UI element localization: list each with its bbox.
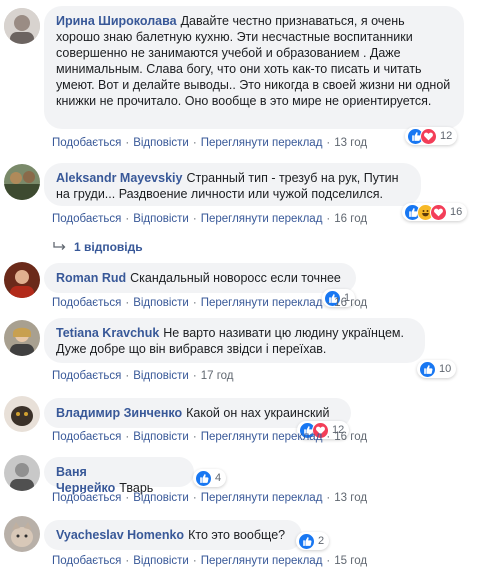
author-name[interactable]: Tetiana Kravchuk — [56, 326, 159, 340]
reply-link[interactable]: Відповісти — [133, 431, 189, 443]
timestamp[interactable]: 16 год — [334, 297, 367, 309]
comment-text: Давайте честно признаваться, я очень хор… — [56, 14, 451, 108]
avatar[interactable] — [4, 164, 40, 200]
reactions-badge[interactable]: 10 — [417, 360, 457, 378]
translate-link[interactable]: Переглянути переклад — [201, 137, 323, 149]
comment-text: Кто это вообще? — [188, 528, 286, 542]
timestamp[interactable]: 13 год — [334, 492, 367, 504]
author-name[interactable]: Aleksandr Mayevskiy — [56, 171, 182, 185]
reactions-badge[interactable]: 4 — [193, 469, 227, 487]
like-link[interactable]: Подобається — [52, 431, 121, 443]
comment-actions: Подобається · Відповісти · Переглянути перек… — [52, 137, 368, 149]
like-link[interactable]: Подобається — [52, 137, 121, 149]
translate-link[interactable]: Переглянути переклад — [201, 492, 323, 504]
timestamp[interactable]: 16 год — [334, 213, 367, 225]
author-name[interactable]: Ваня Чернейко — [56, 465, 115, 495]
replies-count[interactable]: 1 відповідь — [74, 240, 143, 254]
reactions-badge[interactable]: 2 — [296, 532, 330, 550]
author-name[interactable]: Vyacheslav Homenko — [56, 528, 184, 542]
comment-bubble: Roman Rud Скандальный новоросс если точне… — [44, 263, 356, 293]
like-icon — [195, 469, 212, 487]
translate-link[interactable]: Переглянути переклад — [201, 213, 323, 225]
comment-actions: Подобається · Відповісти · Переглянути перек… — [52, 297, 368, 309]
timestamp[interactable]: 15 год — [334, 555, 367, 567]
translate-link[interactable]: Переглянути переклад — [201, 431, 323, 443]
comment-bubble: Ваня Чернейко Тварь — [44, 457, 194, 495]
author-name[interactable]: Ирина Широколава — [56, 14, 177, 28]
comment-text: Скандальный новоросс если точнее — [130, 271, 341, 285]
like-icon — [419, 360, 436, 378]
comment-actions: Подобається · Відповісти · Переглянути перек… — [52, 492, 368, 504]
avatar[interactable] — [4, 262, 40, 298]
reaction-count: 10 — [439, 363, 452, 375]
reactions-badge[interactable]: 12 — [405, 127, 458, 145]
reply-link[interactable]: Відповісти — [133, 297, 189, 309]
like-link[interactable]: Подобається — [52, 555, 121, 567]
avatar[interactable] — [4, 396, 40, 432]
comment-actions: Подобається · Відповісти · Переглянути перек… — [52, 431, 368, 443]
author-name[interactable]: Roman Rud — [56, 271, 126, 285]
like-link[interactable]: Подобається — [52, 370, 121, 382]
comment-bubble: Aleksandr Mayevskiy Странный тип - трезуб… — [44, 163, 421, 206]
reply-link[interactable]: Відповісти — [133, 370, 189, 382]
reply-link[interactable]: Відповісти — [133, 213, 189, 225]
translate-link[interactable]: Переглянути переклад — [201, 555, 323, 567]
like-link[interactable]: Подобається — [52, 492, 121, 504]
comment-actions: Подобається · Відповісти · Переглянути перек… — [52, 555, 368, 567]
love-icon — [420, 127, 437, 145]
comment-actions: Подобається · Відповісти · 17 год — [52, 370, 234, 382]
timestamp[interactable]: 13 год — [334, 137, 367, 149]
reaction-count: 12 — [440, 130, 453, 142]
avatar[interactable] — [4, 516, 40, 552]
reaction-count: 4 — [215, 472, 222, 484]
love-icon — [430, 203, 447, 221]
comment-bubble: Ирина Широколава Давайте честно признават… — [44, 6, 464, 129]
comment-bubble: Vyacheslav Homenko Кто это вообще? — [44, 520, 302, 550]
translate-link[interactable]: Переглянути переклад — [201, 297, 323, 309]
like-link[interactable]: Подобається — [52, 297, 121, 309]
view-replies-link[interactable]: 1 відповідь — [52, 240, 143, 254]
avatar[interactable] — [4, 320, 40, 356]
author-name[interactable]: Владимир Зинченко — [56, 406, 182, 420]
timestamp[interactable]: 17 год — [201, 370, 234, 382]
reply-link[interactable]: Відповісти — [133, 137, 189, 149]
timestamp[interactable]: 16 год — [334, 431, 367, 443]
reply-link[interactable]: Відповісти — [133, 492, 189, 504]
avatar[interactable] — [4, 455, 40, 491]
like-icon — [298, 532, 315, 550]
reactions-badge[interactable]: 16 — [402, 203, 468, 221]
reply-link[interactable]: Відповісти — [133, 555, 189, 567]
comment-actions: Подобається · Відповісти · Переглянути перек… — [52, 213, 368, 225]
comment-bubble: Tetiana Kravchuk Не варто називати цю люд… — [44, 318, 425, 363]
reaction-count: 16 — [450, 206, 463, 218]
comment-text: Какой он нах украинский — [186, 406, 330, 420]
reply-arrow-icon — [53, 242, 66, 250]
avatar[interactable] — [4, 8, 40, 44]
like-link[interactable]: Подобається — [52, 213, 121, 225]
reaction-count: 2 — [318, 535, 325, 547]
